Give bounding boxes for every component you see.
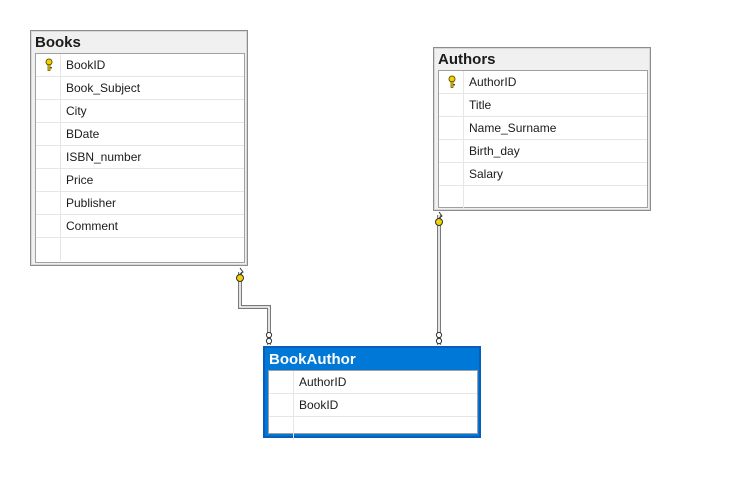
column-row[interactable]: Title (439, 94, 647, 117)
empty-column-row[interactable] (36, 238, 244, 261)
table-title: Books (35, 34, 81, 51)
books-bookauthor-relationship[interactable] (238, 272, 271, 345)
authors-table[interactable]: Authors AuthorID Title Name_Surname Birt… (433, 47, 651, 211)
column-name: BookID (66, 58, 106, 72)
key-endpoint-icon (435, 211, 443, 226)
columns-grid: AuthorID BookID (268, 370, 478, 440)
column-row[interactable]: Birth_day (439, 140, 647, 163)
column-name: Birth_day (469, 144, 520, 158)
columns-grid: AuthorID Title Name_Surname Birth_day Sa… (438, 70, 648, 209)
column-name: Title (469, 98, 492, 112)
column-name: Salary (469, 167, 504, 181)
column-name: ISBN_number (66, 150, 142, 164)
column-row[interactable]: Salary (439, 163, 647, 186)
column-name: Price (66, 173, 94, 187)
empty-column-row[interactable] (269, 417, 477, 440)
column-row[interactable]: City (36, 100, 244, 123)
key-icon (45, 58, 53, 71)
bookauthor-table[interactable]: BookAuthor AuthorID BookID (263, 346, 481, 440)
column-name: Publisher (66, 196, 117, 210)
column-row[interactable]: BDate (36, 123, 244, 146)
column-name: AuthorID (299, 375, 347, 389)
columns-grid: BookID Book_Subject City BDate ISBN_numb… (35, 53, 245, 263)
column-row[interactable]: AuthorID (269, 371, 477, 394)
column-name: AuthorID (469, 75, 517, 89)
column-row[interactable]: Publisher (36, 192, 244, 215)
empty-column-row[interactable] (439, 186, 647, 209)
books-table[interactable]: Books BookID Book_Subject City BDate ISB… (30, 30, 248, 266)
column-row[interactable]: AuthorID (439, 71, 647, 94)
key-endpoint-icon (236, 267, 244, 282)
column-name: Name_Surname (469, 121, 557, 135)
column-name: BookID (299, 398, 339, 412)
column-name: Comment (66, 219, 119, 233)
key-icon (448, 75, 456, 88)
column-row[interactable]: Name_Surname (439, 117, 647, 140)
table-title: BookAuthor (269, 351, 356, 368)
column-row[interactable]: Price (36, 169, 244, 192)
column-name: BDate (66, 127, 100, 141)
column-row[interactable]: BookID (36, 54, 244, 77)
column-name: City (66, 104, 87, 118)
column-row[interactable]: ISBN_number (36, 146, 244, 169)
column-row[interactable]: Comment (36, 215, 244, 238)
column-name: Book_Subject (66, 81, 141, 95)
column-row[interactable]: BookID (269, 394, 477, 417)
column-row[interactable]: Book_Subject (36, 77, 244, 100)
table-title: Authors (438, 51, 496, 68)
